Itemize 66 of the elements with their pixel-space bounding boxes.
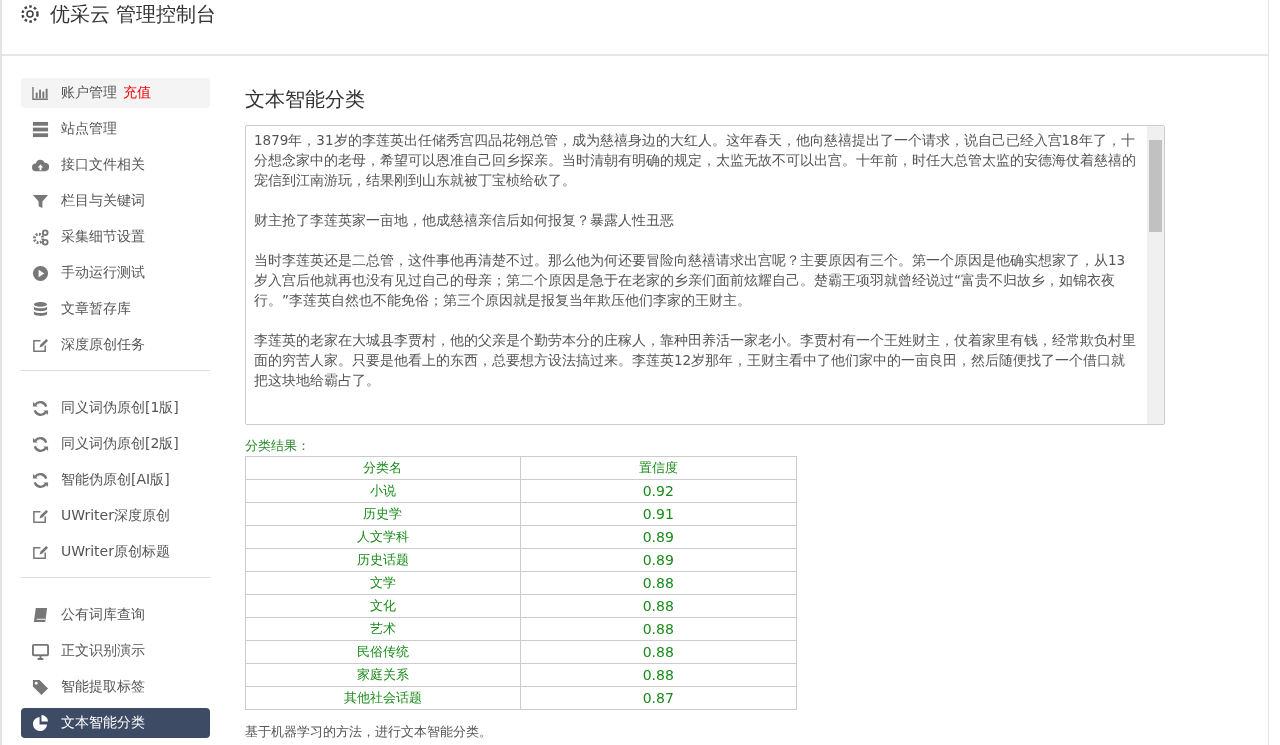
sidebar-item[interactable]: 智能提取标签 (21, 672, 210, 702)
paragraph: 李莲英的老家在大城县李贾村，他的父亲是个勤劳本分的庄稼人，靠种田养活一家老小。李贾村有一个王姓财主，仗着家里有钱，经常欺负村里面的穷苦人家。只要是他看上的东西，总要想方设法搞过来。李莲英12岁那年，王财主看中了他们家中的一亩良田，然后随便找了一个借口就把这块地给霸占了。 (254, 331, 1137, 390)
edit-icon (32, 336, 49, 354)
paragraph: 1879年，31岁的李莲英出任储秀宫四品花翎总管，成为慈禧身边的大红人。这年春天，他向慈禧提出了一个请求，说自己已经入宫18年了，十分想念家中的老母，希望可以恩准自己回乡探亲。当时清朝有明确的规定，太监无故不可以出宫。十年前，时任大总管太监的安德海仗着慈禧的宠信到江南游玩，结果刚到山东就被丁宝桢给砍了。 (254, 131, 1137, 190)
table-cell: 小说 (245, 479, 520, 503)
sidebar-item[interactable]: 公有词库查询 (21, 600, 210, 630)
sidebar-item[interactable]: 文本智能分类 (21, 708, 210, 738)
filter-icon (32, 192, 49, 210)
table-cell: 文化 (245, 594, 520, 618)
edit-icon (32, 543, 49, 561)
sidebar-item[interactable]: 账户管理 充值 (21, 78, 210, 108)
table-cell: 0.88 (520, 571, 797, 595)
table-cell: 家庭关系 (245, 663, 520, 687)
database-icon (32, 300, 49, 318)
paragraph: 财主抢了李莲英家一亩地，他成慈禧亲信后如何报复？暴露人性丑恶 (254, 211, 675, 230)
table-cell: 0.88 (520, 640, 797, 664)
book-icon (32, 606, 49, 624)
recharge-link[interactable]: 充值 (123, 84, 151, 102)
sidebar-item[interactable]: 同义词伪原创[2版] (21, 429, 210, 459)
column-header: 分类名 (245, 456, 520, 480)
sidebar-item[interactable]: 采集细节设置 (21, 222, 210, 252)
refresh-icon (32, 435, 49, 453)
table-cell: 0.92 (520, 479, 797, 503)
sidebar-item[interactable]: UWriter深度原创 (21, 501, 210, 531)
monitor-icon (32, 642, 49, 660)
table-cell: 0.88 (520, 617, 797, 641)
table-cell: 民俗传统 (245, 640, 520, 664)
table-cell: 0.89 (520, 548, 797, 572)
table-cell: 历史话题 (245, 548, 520, 572)
settings-icon (20, 4, 40, 24)
sidebar-item[interactable]: 站点管理 (21, 114, 210, 144)
table-cell: 0.88 (520, 594, 797, 618)
column-header: 置信度 (520, 456, 797, 480)
table-cell: 历史学 (245, 502, 520, 526)
server-icon (32, 120, 49, 138)
sidebar-item[interactable]: 栏目与关键词 (21, 186, 210, 216)
result-label: 分类结果： (245, 437, 311, 455)
sidebar-item[interactable]: 手动运行测试 (21, 258, 210, 288)
sidebar-item[interactable]: 正文识别演示 (21, 636, 210, 666)
page-title: 文本智能分类 (245, 86, 366, 113)
play-circle-icon (32, 264, 49, 282)
sidebar-item[interactable]: UWriter原创标题 (21, 537, 210, 567)
tag-icon (32, 678, 49, 696)
sidebar-item[interactable]: 接口文件相关 (21, 150, 210, 180)
table-cell: 0.89 (520, 525, 797, 549)
table-cell: 文学 (245, 571, 520, 595)
text-input[interactable] (245, 125, 1165, 425)
table-cell: 0.87 (520, 686, 797, 710)
paragraph: 当时李莲英还是二总管，这件事他再清楚不过。那么他为何还要冒险向慈禧请求出宫呢？主要原因有三个。第一个原因是他确实想家了，从13岁入宫后他就再也没有见过自己的母亲；第二个原因是急于在老家的乡亲们面前炫耀自己。楚霸王项羽就曾经说过“富贵不归故乡，如锦衣夜行。”李莲英自然也不能免俗；第三个原因就是报复当年欺压他们李家的王财主。 (254, 251, 1127, 310)
edit-icon (32, 507, 49, 525)
refresh-icon (32, 399, 49, 417)
sidebar-item[interactable]: 智能伪原创[AI版] (21, 465, 210, 495)
pie-chart-icon (32, 714, 49, 732)
sidebar-item[interactable]: 深度原创任务 (21, 330, 210, 360)
table-cell: 0.88 (520, 663, 797, 687)
refresh-icon (32, 471, 49, 489)
table-cell: 0.91 (520, 502, 797, 526)
table-cell: 艺术 (245, 617, 520, 641)
table-cell: 其他社会话题 (245, 686, 520, 710)
description-text: 基于机器学习的方法，进行文本智能分类。 (245, 723, 493, 741)
sidebar-item[interactable]: 同义词伪原创[1版] (21, 393, 210, 423)
scrollbar[interactable] (1147, 126, 1164, 424)
sidebar-item[interactable]: 文章暂存库 (21, 294, 210, 324)
bar-chart-icon (32, 84, 49, 102)
table-cell: 人文学科 (245, 525, 520, 549)
app-title: 优采云 管理控制台 (50, 2, 217, 26)
